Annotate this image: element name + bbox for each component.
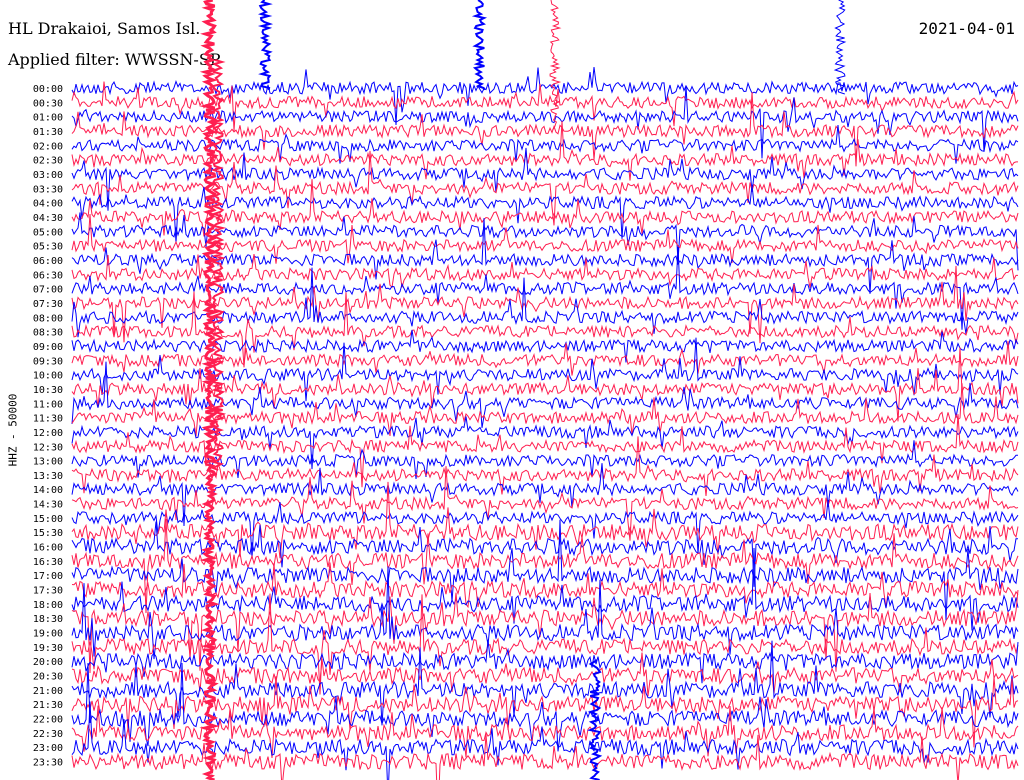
row-time-label: 09:00: [33, 342, 63, 353]
row-time-label: 21:30: [33, 700, 63, 711]
row-time-label: 10:00: [33, 371, 63, 382]
row-time-label: 20:00: [33, 657, 63, 668]
row-time-label: 05:00: [33, 227, 63, 238]
row-time-label: 11:00: [33, 399, 63, 410]
row-time-label: 08:00: [33, 313, 63, 324]
helicorder-plot: HL Drakaioi, Samos Isl. 2021-04-01 Appli…: [0, 0, 1024, 780]
row-time-label: 11:30: [33, 414, 63, 425]
row-time-label: 07:30: [33, 299, 63, 310]
row-time-label: 06:00: [33, 256, 63, 267]
row-time-label: 14:30: [33, 500, 63, 511]
row-time-label: 07:00: [33, 285, 63, 296]
row-time-label: 21:00: [33, 686, 63, 697]
row-time-label: 13:30: [33, 471, 63, 482]
row-time-label: 18:00: [33, 600, 63, 611]
row-time-label: 04:30: [33, 213, 63, 224]
row-time-label: 08:30: [33, 328, 63, 339]
row-time-label: 20:30: [33, 672, 63, 683]
event-burst: [257, 0, 274, 91]
row-time-label: 17:00: [33, 571, 63, 582]
event-burst: [471, 0, 488, 91]
row-time-label: 00:00: [33, 84, 63, 95]
row-time-label: 14:00: [33, 485, 63, 496]
row-time-label: 15:00: [33, 514, 63, 525]
row-time-label: 22:00: [33, 715, 63, 726]
row-time-label: 03:30: [33, 184, 63, 195]
row-time-label: 05:30: [33, 242, 63, 253]
row-time-label: 09:30: [33, 356, 63, 367]
row-time-label: 17:30: [33, 586, 63, 597]
row-time-label: 12:00: [33, 428, 63, 439]
trace-line: [71, 337, 1019, 402]
row-time-label: 15:30: [33, 528, 63, 539]
row-time-label: 19:30: [33, 643, 63, 654]
row-time-label: 13:00: [33, 457, 63, 468]
row-time-label: 01:30: [33, 127, 63, 138]
row-time-label: 22:30: [33, 729, 63, 740]
row-time-label: 10:30: [33, 385, 63, 396]
seismogram-traces: 00:00 00:30 01:00 01:30 02:00 02:30 03:00 03:30…: [33, 0, 1019, 780]
row-time-label: 02:30: [33, 156, 63, 167]
row-time-label: 06:30: [33, 270, 63, 281]
row-time-label: 01:00: [33, 113, 63, 124]
row-time-label: 16:00: [33, 543, 63, 554]
row-time-label: 18:30: [33, 614, 63, 625]
row-time-label: 16:30: [33, 557, 63, 568]
row-time-label: 04:00: [33, 199, 63, 210]
row-time-label: 19:00: [33, 629, 63, 640]
row-time-label: 23:30: [33, 758, 63, 769]
event-burst: [549, 0, 562, 131]
row-time-label: 02:00: [33, 141, 63, 152]
row-time-label: 00:30: [33, 98, 63, 109]
row-time-label: 12:30: [33, 442, 63, 453]
event-burst: [587, 659, 603, 780]
event-burst: [833, 0, 847, 95]
row-time-label: 03:00: [33, 170, 63, 181]
row-time-label: 23:00: [33, 743, 63, 754]
